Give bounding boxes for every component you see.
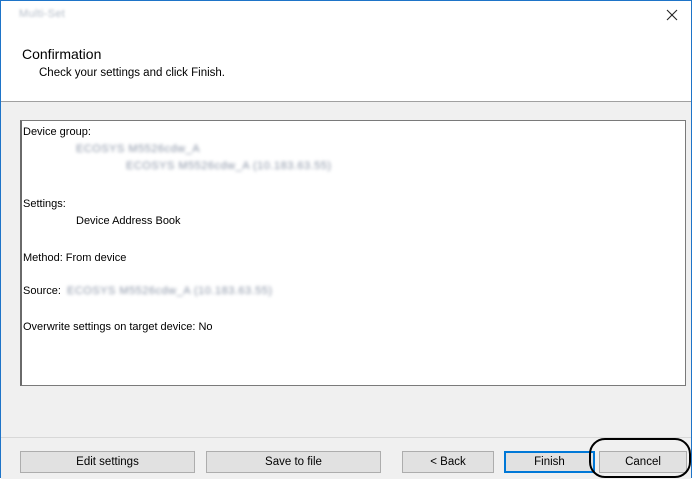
window-title: Multi-Set: [19, 8, 66, 20]
close-icon: [666, 9, 678, 21]
device-group-line-1: ECOSYS M5526cdw_A: [76, 143, 201, 155]
cancel-button[interactable]: Cancel: [599, 451, 687, 473]
wizard-header: Confirmation Check your settings and cli…: [1, 29, 691, 101]
save-to-file-button[interactable]: Save to file: [206, 451, 381, 473]
settings-value: Device Address Book: [76, 215, 181, 227]
wizard-body: Device group: ECOSYS M5526cdw_A ECOSYS M…: [1, 102, 691, 437]
multi-set-dialog: Multi-Set Confirmation Check your settin…: [0, 0, 692, 479]
summary-textbox[interactable]: Device group: ECOSYS M5526cdw_A ECOSYS M…: [20, 120, 686, 386]
page-subtitle: Check your settings and click Finish.: [39, 67, 225, 79]
title-bar: Multi-Set: [1, 1, 691, 29]
source-value: ECOSYS M5526cdw_A (10.183.63.55): [67, 285, 273, 297]
edit-settings-button[interactable]: Edit settings: [20, 451, 195, 473]
source-label: Source:: [23, 285, 61, 297]
back-button[interactable]: < Back: [402, 451, 494, 473]
finish-button[interactable]: Finish: [504, 451, 595, 473]
settings-label: Settings:: [23, 198, 66, 210]
method-text: Method: From device: [23, 252, 127, 264]
device-group-line-2: ECOSYS M5526cdw_A (10.183.63.55): [126, 160, 332, 172]
overwrite-text: Overwrite settings on target device: No: [23, 321, 213, 333]
page-title: Confirmation: [22, 46, 102, 62]
device-group-label: Device group:: [23, 126, 91, 138]
wizard-footer: Edit settings Save to file < Back Finish…: [1, 438, 691, 479]
close-button[interactable]: [655, 1, 689, 29]
